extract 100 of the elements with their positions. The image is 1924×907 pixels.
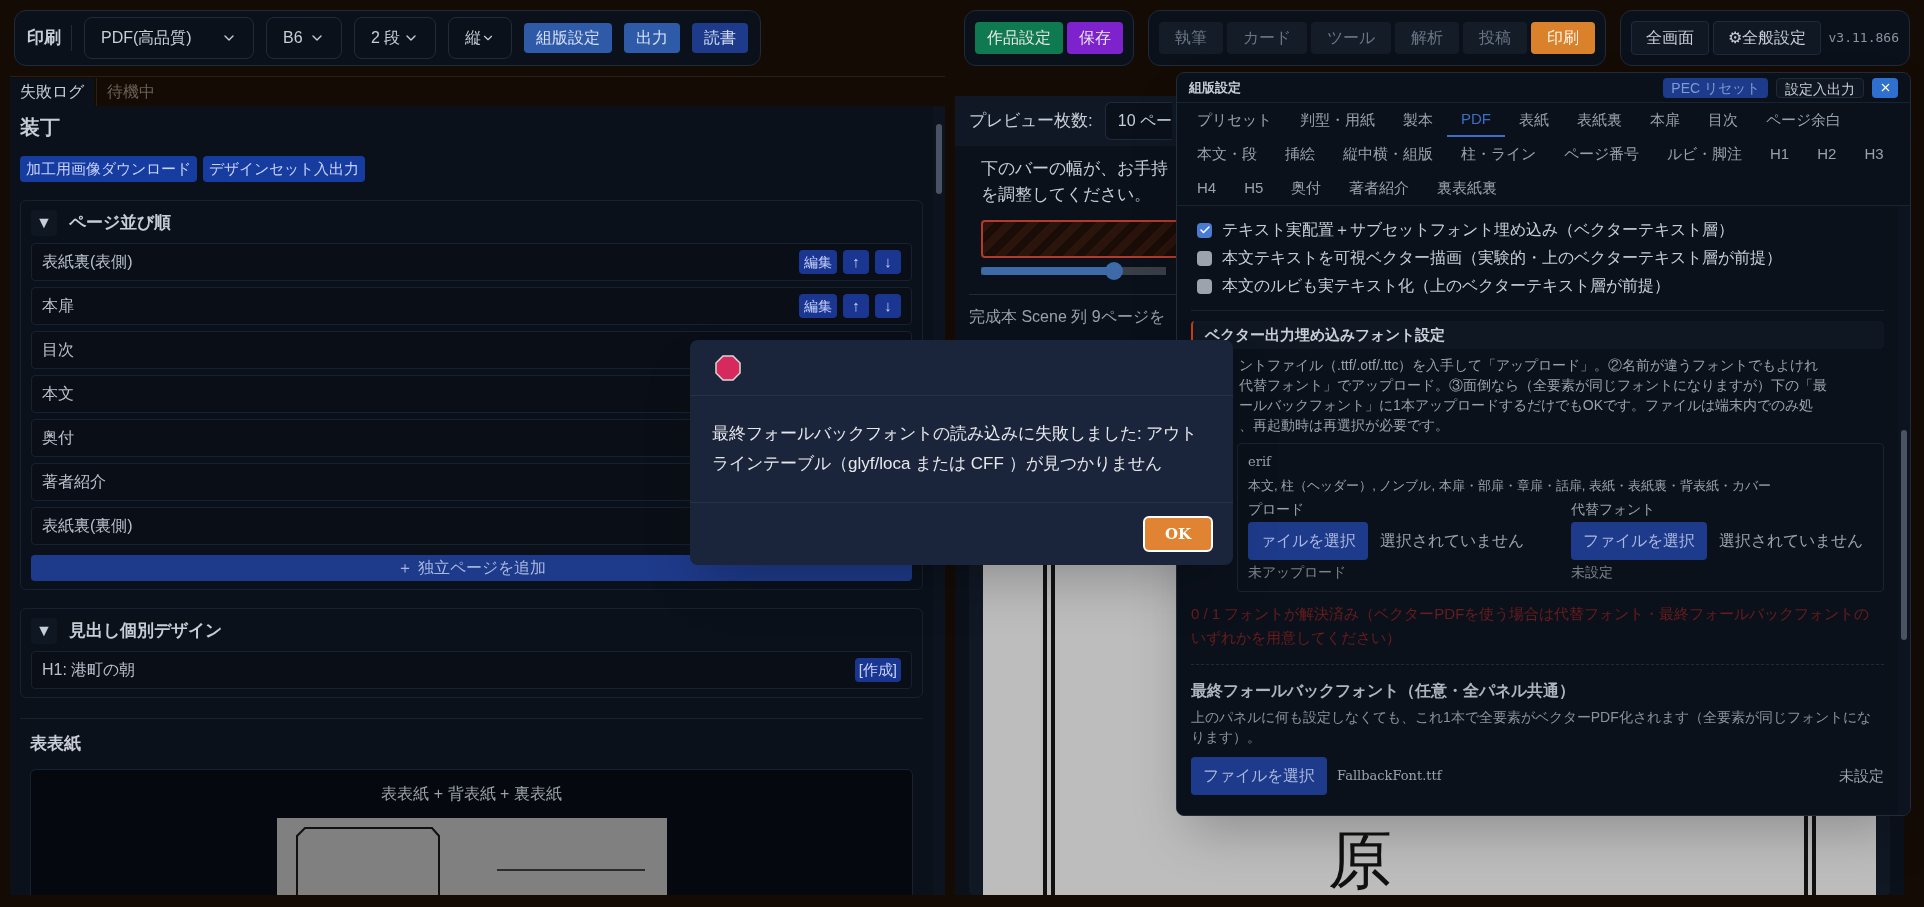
dropdown[interactable]: 2 段: [354, 17, 436, 59]
settings-tab[interactable]: 裏表紙裏: [1423, 171, 1512, 205]
help-text: 、再起動時は再選択が必要です。: [1239, 416, 1449, 435]
fallback-status: 未設定: [1839, 765, 1884, 786]
toolbar-button[interactable]: 組版設定: [524, 23, 612, 53]
hint-text: を調整してください。: [981, 184, 1151, 206]
settings-tab[interactable]: 柱・ライン: [1447, 137, 1550, 171]
warning-text: 0 / 1 フォントが解決済み（ベクターPDFを使う場合は代替フォント・最終フォールバックフォントのいずれかを用意してください）: [1191, 604, 1871, 648]
move-up-button[interactable]: ↑: [843, 294, 869, 318]
list-row[interactable]: H1: 港町の朝 [作成]: [31, 651, 912, 689]
settings-tab[interactable]: 製本: [1389, 103, 1447, 137]
status-text: 完成本 Scene 列 9ページを: [969, 308, 1165, 325]
fallback-file-name: FallbackFont.ttf: [1337, 767, 1444, 786]
checkbox[interactable]: [1197, 250, 1212, 266]
view-button[interactable]: ⚙全般設定: [1712, 21, 1821, 55]
checkbox[interactable]: [1197, 222, 1212, 238]
settings-tab[interactable]: H4: [1183, 171, 1231, 205]
list-row[interactable]: 本扉 編集 ↑ ↓: [31, 287, 912, 325]
upload-status: 未アップロード: [1248, 563, 1346, 582]
settings-tab[interactable]: 判型・用紙: [1286, 103, 1389, 137]
view-button[interactable]: 全画面: [1630, 21, 1709, 55]
edit-button[interactable]: 編集: [799, 294, 837, 318]
settings-tab[interactable]: H3: [1850, 137, 1898, 171]
fallback-title: 最終フォールバックフォント（任意・全パネル共通）: [1191, 681, 1575, 701]
mode-tab[interactable]: カード: [1226, 22, 1307, 54]
settings-tab[interactable]: ルビ・脚注: [1653, 137, 1756, 171]
reset-button[interactable]: PEC リセット: [1663, 77, 1768, 98]
log-tab[interactable]: 失敗ログ: [10, 78, 94, 106]
create-button[interactable]: [作成]: [854, 658, 901, 682]
settings-tab[interactable]: 本扉: [1636, 103, 1694, 137]
close-button[interactable]: [1872, 77, 1898, 98]
file-select-button[interactable]: ファイルを選択: [1570, 522, 1707, 560]
import-export-button[interactable]: 設定入出力: [1776, 77, 1864, 98]
row-label: 表紙裏(表側): [42, 252, 133, 272]
settings-tab[interactable]: 奥付: [1277, 171, 1336, 205]
settings-tab[interactable]: 挿絵: [1271, 137, 1329, 171]
add-page-button[interactable]: ＋ 独立ページを追加: [31, 555, 912, 581]
toolbar-button[interactable]: 読書: [692, 23, 748, 53]
mode-tab[interactable]: 投稿: [1462, 22, 1527, 54]
help-text: ールバックフォント」に1本アップロードするだけでもOKです。ファイルは端末内でのみ処: [1239, 396, 1813, 415]
project-button[interactable]: 作品設定: [974, 22, 1063, 54]
settings-tab[interactable]: 本文・段: [1183, 137, 1271, 171]
settings-tab[interactable]: ページ余白: [1752, 103, 1855, 137]
preview-count-label: プレビュー枚数:: [969, 110, 1093, 133]
settings-tab[interactable]: 目次: [1694, 103, 1752, 137]
row-label: H1: 港町の朝: [42, 660, 136, 680]
settings-tab[interactable]: プリセット: [1183, 103, 1286, 137]
panel-title: 組版設定: [1189, 78, 1242, 97]
settings-tab[interactable]: H2: [1803, 137, 1851, 171]
collapse-toggle[interactable]: ▼: [31, 210, 57, 236]
settings-tab[interactable]: ページ番号: [1550, 137, 1653, 171]
preview-count-select[interactable]: 10 ペー: [1104, 102, 1172, 140]
settings-tab[interactable]: 表紙裏: [1563, 103, 1636, 137]
move-down-button[interactable]: ↓: [875, 294, 901, 318]
settings-tab[interactable]: 著者紹介: [1335, 171, 1424, 205]
file-select-button[interactable]: ァイルを選択: [1248, 522, 1368, 560]
list-row[interactable]: 表紙裏(表側) 編集 ↑ ↓: [31, 243, 912, 281]
slot-label: 代替フォント: [1570, 500, 1655, 519]
row-label: 本文: [42, 384, 74, 404]
font-name: erif: [1248, 453, 1271, 471]
move-down-button[interactable]: ↓: [875, 250, 901, 274]
row-label: 目次: [42, 340, 74, 360]
edit-button[interactable]: 編集: [799, 250, 837, 274]
mode-tab[interactable]: 解析: [1394, 22, 1459, 54]
dropdown[interactable]: B6: [266, 17, 342, 59]
file-status: 選択されていません: [1380, 531, 1524, 551]
settings-tab[interactable]: H5: [1230, 171, 1278, 205]
section-heading: 表表紙: [30, 733, 81, 755]
slider-thumb[interactable]: [1105, 262, 1124, 280]
file-select-button[interactable]: ファイルを選択: [1191, 757, 1327, 795]
toolbar-button[interactable]: 出力: [624, 23, 680, 53]
dropdown[interactable]: 縦: [448, 17, 512, 59]
section-heading: 見出し個別デザイン: [69, 620, 222, 643]
move-up-button[interactable]: ↑: [843, 250, 869, 274]
action-button[interactable]: デザインセット入出力: [203, 156, 365, 182]
mode-tab[interactable]: 執筆: [1158, 22, 1223, 54]
checkbox[interactable]: [1197, 278, 1212, 294]
help-text: 代替フォント」でアップロード。③面倒なら（全要素が同じフォントになりますが）下の「最: [1239, 376, 1827, 395]
help-text: ントファイル（.ttf/.otf/.ttc）を入手して「アップロード」。②名前が違うフォントでもよけれ: [1239, 356, 1819, 375]
checkbox-option[interactable]: テキスト実配置＋サブセットフォント埋め込み（ベクターテキスト層）: [1191, 218, 1884, 242]
settings-tab[interactable]: 縦中横・組版: [1329, 137, 1447, 171]
row-label: 本扉: [42, 296, 74, 316]
upload-status: 未設定: [1570, 563, 1613, 582]
page-text: 原: [1327, 825, 1392, 895]
checkbox-option[interactable]: 本文のルビも実テキスト化（上のベクターテキスト層が前提）: [1191, 274, 1884, 298]
settings-tab[interactable]: 表紙: [1505, 103, 1563, 137]
checkbox-option[interactable]: 本文テキストを可視ベクター描画（実験的・上のベクターテキスト層が前提）: [1191, 246, 1884, 270]
slot-label: プロード: [1248, 500, 1304, 519]
action-button[interactable]: 加工用画像ダウンロード: [20, 156, 197, 182]
mode-tab[interactable]: ツール: [1310, 22, 1391, 54]
settings-tab[interactable]: H1: [1756, 137, 1804, 171]
version-label: v3.11.866: [1827, 29, 1899, 48]
project-button[interactable]: 保存: [1066, 22, 1123, 54]
cover-caption: 表表紙 + 背表紙 + 裏表紙: [381, 783, 562, 804]
settings-tab[interactable]: PDF: [1447, 103, 1505, 137]
hint-text: 下のバーの幅が、お手持: [981, 158, 1168, 180]
dropdown[interactable]: PDF(高品質): [84, 17, 254, 59]
row-label: 著者紹介: [42, 472, 106, 492]
collapse-toggle[interactable]: ▼: [31, 618, 57, 644]
error-stop-icon: [715, 354, 741, 381]
